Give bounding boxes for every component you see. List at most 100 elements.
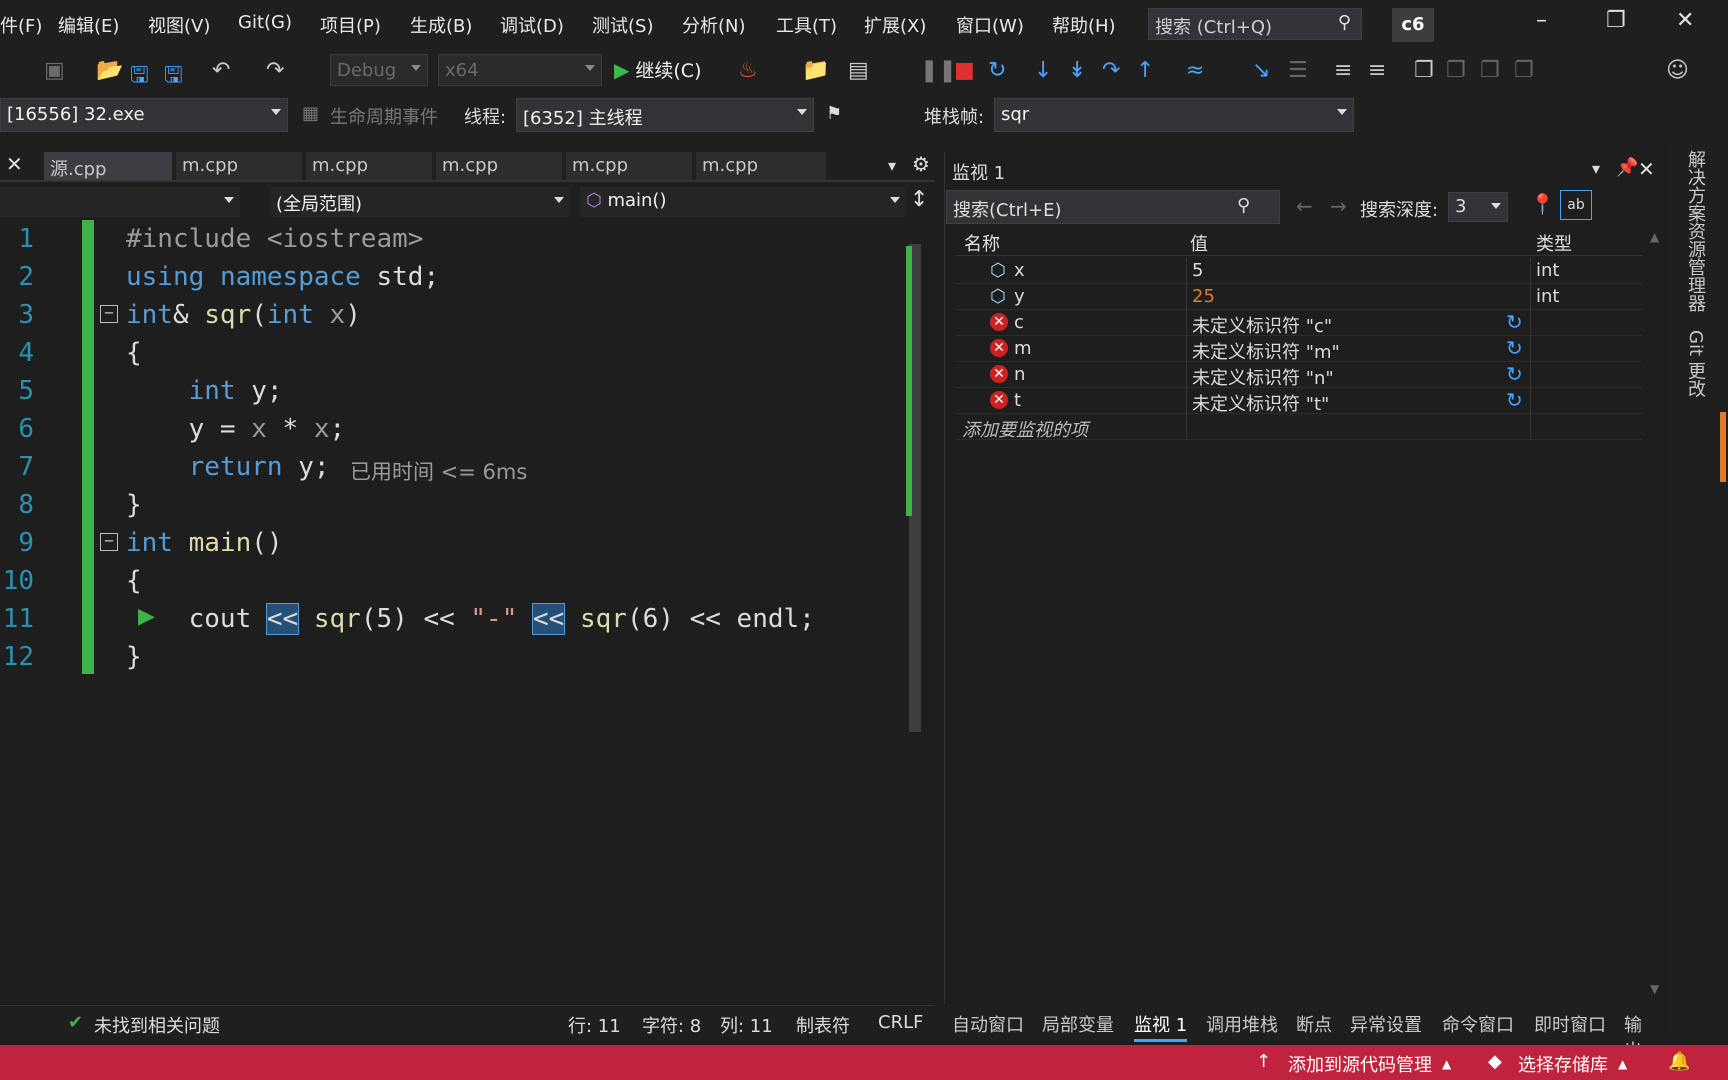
tab-autos[interactable]: 自动窗口 (952, 1011, 1024, 1037)
hex-display-icon[interactable]: ab (1560, 190, 1592, 220)
watch-row[interactable]: ⬡ y 25 int (956, 284, 1642, 310)
add-to-source-control-button[interactable]: 添加到源代码管理 (1288, 1051, 1432, 1077)
lifecycle-icon[interactable]: ▦ (302, 103, 319, 124)
refresh-icon[interactable]: ↻ (1506, 362, 1523, 386)
show-next-statement-icon[interactable]: ↘ (1252, 58, 1270, 83)
open-folder-icon[interactable]: 📂 (96, 58, 123, 83)
tab-m-cpp[interactable]: m.cpp (696, 152, 826, 180)
column-header-type[interactable]: 类型 (1536, 230, 1572, 256)
close-icon[interactable]: ✕ (1676, 8, 1694, 33)
close-icon[interactable]: ✕ (6, 152, 23, 176)
search-depth-select[interactable]: 3 (1448, 192, 1508, 222)
char-indicator[interactable]: 字符: 8 (642, 1012, 701, 1038)
menu-test[interactable]: 测试(S) (592, 12, 653, 38)
restart-icon[interactable]: ↻ (988, 58, 1006, 83)
solution-explorer-icon[interactable]: 📁 (802, 58, 829, 83)
col-indicator[interactable]: 列: 11 (720, 1012, 773, 1038)
menu-project[interactable]: 项目(P) (320, 12, 381, 38)
lifecycle-events-label[interactable]: 生命周期事件 (330, 103, 438, 129)
stop-icon[interactable]: ■ (954, 58, 975, 83)
select-repository-button[interactable]: 选择存储库 (1518, 1051, 1608, 1077)
watch-value[interactable]: 未定义标识符 "n" (1192, 364, 1334, 390)
column-header-value[interactable]: 值 (1190, 230, 1208, 256)
watch-row[interactable]: ✕ n 未定义标识符 "n" ↻ (956, 362, 1642, 390)
feedback-icon[interactable]: ☺ (1666, 58, 1689, 83)
tabs-indicator[interactable]: 制表符 (796, 1012, 850, 1038)
editor-scrollbar[interactable] (906, 222, 924, 1002)
tab-m-cpp[interactable]: m.cpp (436, 152, 562, 180)
split-icon[interactable]: ↕ (910, 187, 928, 212)
menu-tools[interactable]: 工具(T) (776, 12, 837, 38)
show-threads-icon[interactable]: ≈ (1186, 58, 1204, 83)
pin-to-source-icon[interactable]: 📍 (1530, 192, 1555, 216)
refresh-icon[interactable]: ↻ (1506, 310, 1523, 334)
process-select[interactable]: [16556] 32.exe (0, 98, 288, 132)
panel-menu-chevron-icon[interactable]: ▾ (1592, 159, 1600, 178)
menu-git[interactable]: Git(G) (238, 12, 292, 33)
solution-explorer-tab[interactable]: 解决方案资源管理器 (1682, 150, 1708, 312)
indent-icon[interactable]: ≡ (1334, 58, 1352, 83)
tab-source-cpp[interactable]: 源.cpp (44, 152, 172, 180)
refresh-icon[interactable]: ↻ (1506, 388, 1523, 412)
menu-build[interactable]: 生成(B) (410, 12, 472, 38)
step-out-icon[interactable]: ↑ (1136, 58, 1154, 83)
scroll-down-icon[interactable]: ▼ (1650, 982, 1659, 996)
watch-row[interactable]: ✕ m 未定义标识符 "m" ↻ (956, 336, 1642, 363)
clear-bookmarks-icon[interactable]: ❐ (1514, 58, 1534, 83)
tab-locals[interactable]: 局部变量 (1042, 1011, 1114, 1037)
watch-row[interactable]: ✕ t 未定义标识符 "t" ↻ (956, 388, 1642, 416)
menu-view[interactable]: 视图(V) (148, 12, 210, 38)
step-into-icon[interactable]: ↓ (1034, 58, 1052, 83)
thread-select[interactable]: [6352] 主线程 (516, 98, 814, 132)
notifications-bell-icon[interactable]: 🔔 (1668, 1051, 1690, 1072)
layout-icon[interactable]: ▤ (848, 58, 869, 83)
stack-frame-select[interactable]: sqr (994, 98, 1354, 132)
save-all-icon[interactable]: 🖫 (164, 58, 183, 96)
step-into-specific-icon[interactable]: ↡ (1068, 58, 1086, 83)
watch-row[interactable]: ✕ c 未定义标识符 "c" ↻ (956, 310, 1642, 338)
watch-search-input[interactable]: 搜索(Ctrl+E) ⚲ (946, 190, 1280, 224)
undo-icon[interactable]: ↶ (212, 58, 230, 83)
tab-exception-settings[interactable]: 异常设置 (1350, 1011, 1422, 1037)
fold-toggle[interactable]: − (100, 533, 118, 551)
outdent-icon[interactable]: ≡ (1368, 58, 1386, 83)
menu-analyze[interactable]: 分析(N) (682, 12, 746, 38)
git-changes-tab[interactable]: Git 更改 (1682, 330, 1708, 398)
platform-select[interactable]: x64 (438, 54, 602, 86)
line-indicator[interactable]: 行: 11 (568, 1012, 621, 1038)
tab-watch-1[interactable]: 监视 1 (1134, 1011, 1188, 1042)
minimize-icon[interactable]: – (1536, 8, 1547, 33)
tab-command-window[interactable]: 命令窗口 (1442, 1011, 1514, 1037)
menu-extensions[interactable]: 扩展(X) (864, 12, 926, 38)
refresh-icon[interactable]: ↻ (1506, 336, 1523, 360)
menu-help[interactable]: 帮助(H) (1052, 12, 1116, 38)
menu-file[interactable]: 件(F) (0, 12, 42, 38)
step-over-icon[interactable]: ↷ (1102, 58, 1120, 83)
add-watch-row[interactable]: 添加要监视的项 (956, 414, 1642, 441)
global-search-box[interactable]: 搜索 (Ctrl+Q) ⚲ (1148, 8, 1362, 40)
tab-immediate-window[interactable]: 即时窗口 (1534, 1011, 1606, 1037)
back-arrow-icon[interactable]: ← (1296, 194, 1313, 218)
close-icon[interactable]: ✕ (1638, 157, 1655, 181)
watch-value[interactable]: 未定义标识符 "c" (1192, 312, 1332, 338)
watch-value[interactable]: 5 (1192, 260, 1203, 281)
issues-status[interactable]: 未找到相关问题 (94, 1012, 220, 1038)
column-header-name[interactable]: 名称 (964, 230, 1000, 256)
configuration-select[interactable]: Debug (330, 54, 428, 86)
fold-toggle[interactable]: − (100, 305, 118, 323)
forward-arrow-icon[interactable]: → (1330, 194, 1347, 218)
redo-icon[interactable]: ↷ (266, 58, 284, 83)
watch-scrollbar[interactable]: ▲ ▼ (1648, 230, 1666, 1000)
new-project-icon[interactable]: ▣ (44, 58, 65, 83)
watch-value[interactable]: 未定义标识符 "t" (1192, 390, 1329, 416)
menu-edit[interactable]: 编辑(E) (58, 12, 119, 38)
gear-icon[interactable]: ⚙ (912, 152, 930, 176)
tab-m-cpp[interactable]: m.cpp (306, 152, 432, 180)
eol-indicator[interactable]: CRLF (878, 1012, 923, 1033)
tab-breakpoints[interactable]: 断点 (1296, 1011, 1332, 1037)
bookmark-icon[interactable]: ❐ (1414, 58, 1434, 83)
flag-icon[interactable]: ⚑ (826, 103, 842, 124)
pause-icon[interactable]: ❚❚ (920, 58, 957, 83)
continue-button[interactable]: ▶ 继续(C) (614, 56, 701, 83)
scope-select[interactable]: (全局范围) (270, 187, 570, 217)
